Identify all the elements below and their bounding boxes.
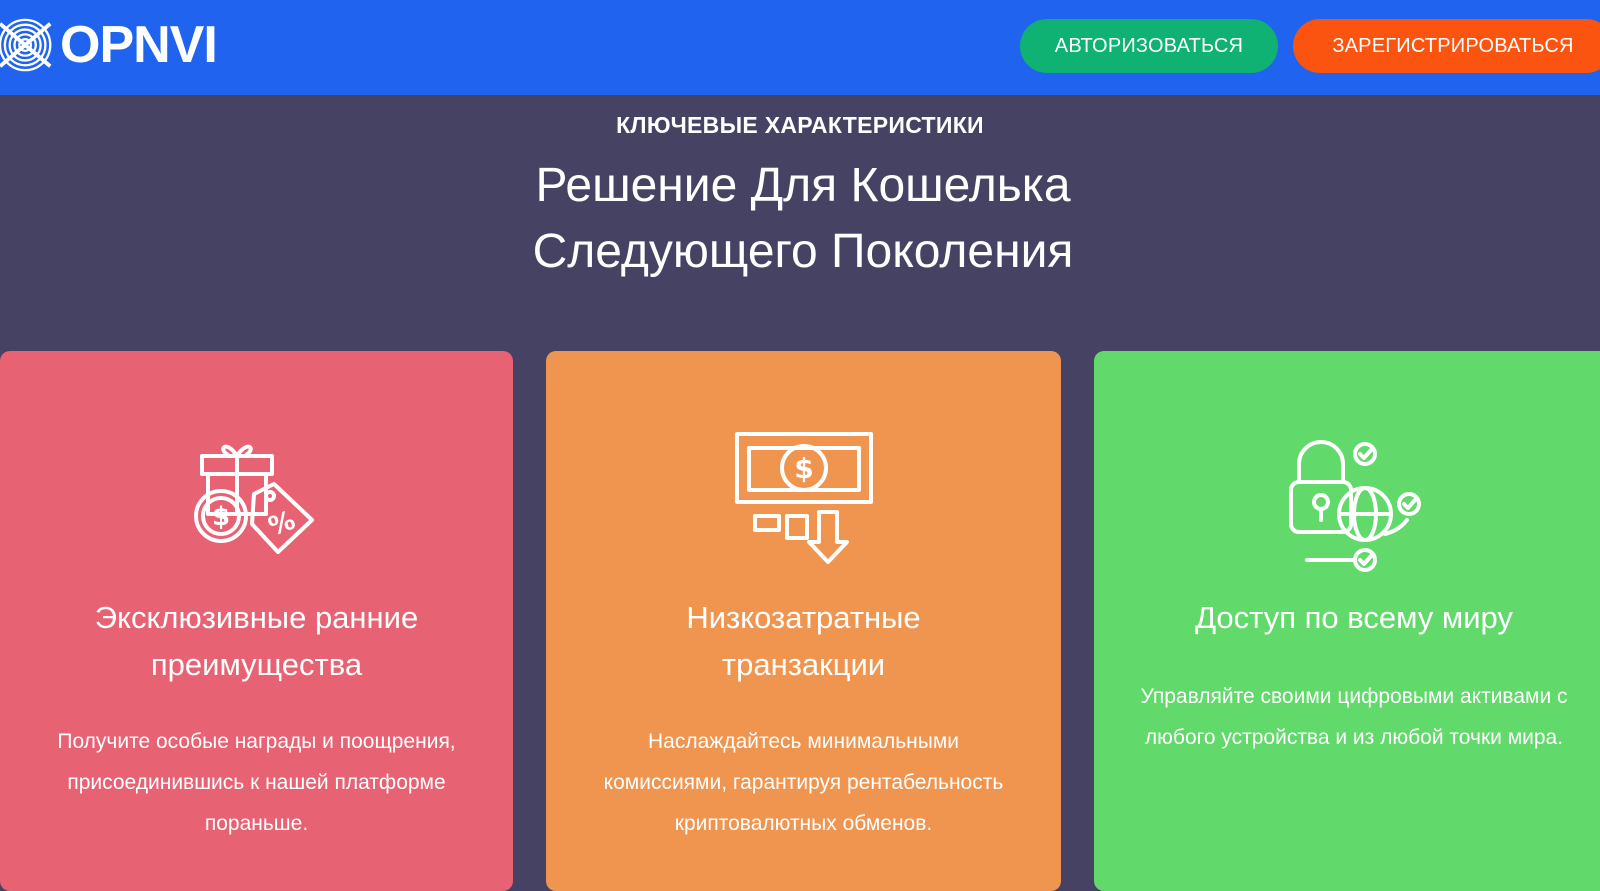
svg-text:$: $ xyxy=(794,452,813,485)
logo[interactable]: OPNVI xyxy=(0,15,218,75)
feature-title: Эксклюзивные ранние преимущества xyxy=(94,600,419,682)
feature-card-early-benefits: $ % Эксклюзивные ранние преимущества Пол… xyxy=(0,351,513,891)
feature-card-low-cost: $ Низкозатратные транзакции Наслаждайтес… xyxy=(546,351,1061,891)
global-lock-icon xyxy=(1289,440,1421,572)
section-title: Решение Для Кошелька Следующего Поколени… xyxy=(0,153,1600,285)
section-title-line-2: Следующего Поколения xyxy=(532,225,1074,278)
logo-text: OPNVI xyxy=(60,16,218,74)
feature-title: Низкозатратные транзакции xyxy=(686,600,921,682)
register-button[interactable]: ЗАРЕГИСТРИРОВАТЬСЯ xyxy=(1293,19,1600,73)
section-title-line-1: Решение Для Кошелька xyxy=(535,159,1071,212)
svg-text:$: $ xyxy=(211,502,229,532)
login-button[interactable]: АВТОРИЗОВАТЬСЯ xyxy=(1020,19,1278,73)
concentric-circles-icon xyxy=(0,18,52,72)
section-eyebrow: КЛЮЧЕВЫЕ ХАРАКТЕРИСТИКИ xyxy=(616,112,984,138)
feature-description: Управляйте своими цифровыми активами с л… xyxy=(1140,685,1568,749)
gift-discount-icon: $ % xyxy=(193,444,314,554)
top-navigation-bar: OPNVI АВТОРИЗОВАТЬСЯ ЗАРЕГИСТРИРОВАТЬСЯ xyxy=(0,0,1600,95)
feature-description: Наслаждайтесь минимальными комиссиями, г… xyxy=(603,730,1004,835)
feature-title: Доступ по всему миру xyxy=(1195,600,1513,635)
banknote-down-icon: $ xyxy=(734,432,873,564)
feature-description: Получите особые награды и поощрения, при… xyxy=(57,730,456,835)
feature-card-global-access: Доступ по всему миру Управляйте своими ц… xyxy=(1094,351,1600,891)
